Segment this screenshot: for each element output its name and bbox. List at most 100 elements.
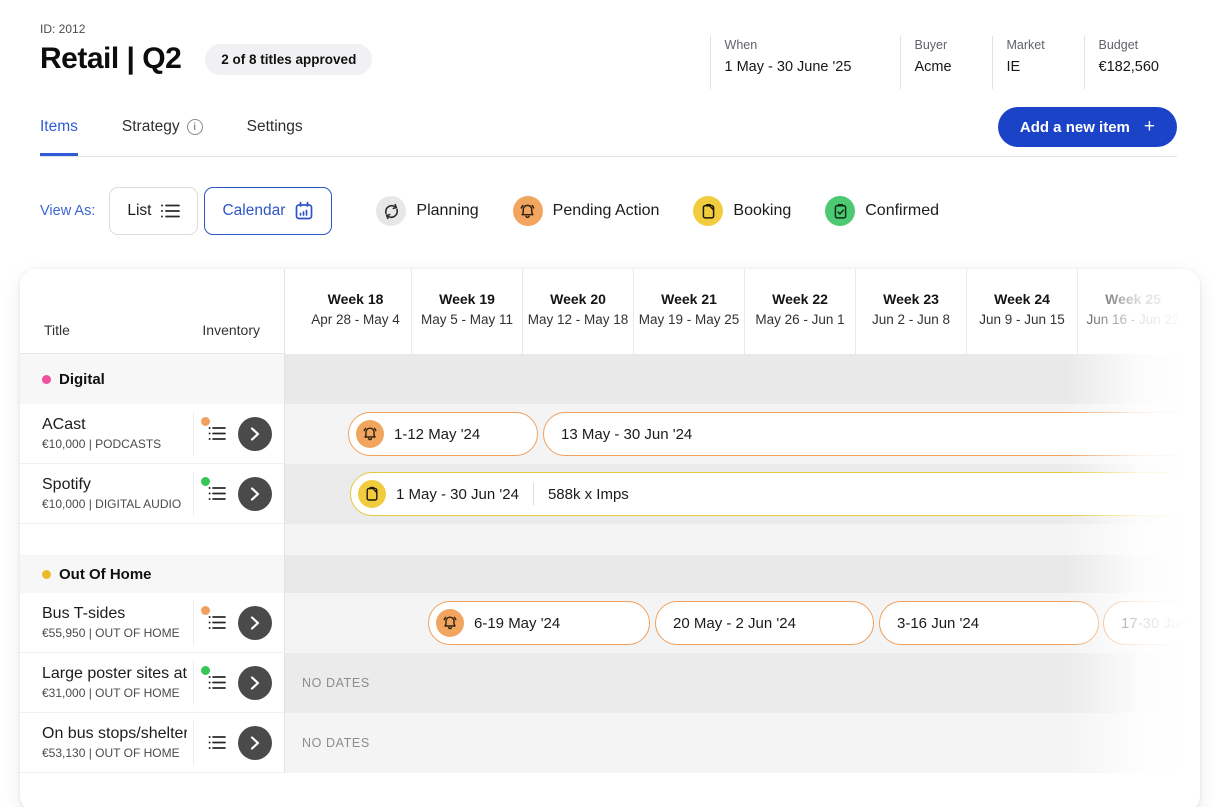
item-open-button[interactable]	[238, 666, 272, 700]
chevron-right-icon	[250, 676, 260, 690]
spacer-row	[20, 524, 1200, 555]
tab-bar-divider	[40, 156, 1177, 157]
clipboard-icon	[358, 480, 386, 508]
chevron-right-icon	[250, 736, 260, 750]
list-view-button[interactable]: List	[109, 187, 198, 235]
no-dates-label: NO DATES	[302, 736, 370, 750]
item-row-on-bus-stops: On bus stops/shelters €53,130 | OUT OF H…	[20, 713, 1200, 773]
plan-meta: When 1 May - 30 June '25 Buyer Acme Mark…	[710, 36, 1177, 89]
legend-pending-action: Pending Action	[513, 196, 660, 226]
meta-market: Market IE	[992, 36, 1084, 89]
status-dot	[201, 477, 210, 486]
status-dot	[201, 606, 210, 615]
item-details-icon[interactable]	[206, 732, 228, 754]
bell-icon	[513, 196, 543, 226]
item-open-button[interactable]	[238, 477, 272, 511]
view-controls: View As: List Calendar	[0, 187, 1215, 235]
item-row-spotify: Spotify €10,000 | DIGITAL AUDIO	[20, 464, 1200, 524]
group-row-out-of-home: Out Of Home	[20, 555, 1200, 593]
timeline-bar[interactable]: 1 May - 30 Jun '24 588k x Imps	[350, 472, 1198, 516]
timeline-bar[interactable]: 6-19 May '24	[428, 601, 650, 645]
item-subtitle: €55,950 | OUT OF HOME	[42, 626, 187, 640]
item-details-icon[interactable]	[206, 672, 228, 694]
group-dot	[42, 375, 51, 384]
title-column-header: Title	[44, 322, 70, 338]
week-column: Week 22 May 26 - Jun 1	[744, 269, 855, 354]
inventory-column-header: Inventory	[202, 322, 260, 338]
top-header: ID: 2012 Retail | Q2 2 of 8 titles appro…	[0, 0, 1215, 89]
item-title: ACast	[42, 416, 187, 434]
view-as-label: View As:	[40, 203, 95, 219]
item-details-icon[interactable]	[206, 423, 228, 445]
item-open-button[interactable]	[238, 606, 272, 640]
bar-divider	[533, 483, 534, 505]
title-block: ID: 2012 Retail | Q2 2 of 8 titles appro…	[40, 20, 372, 89]
tab-settings[interactable]: Settings	[247, 108, 303, 156]
tab-items[interactable]: Items	[40, 108, 78, 156]
chevron-right-icon	[250, 616, 260, 630]
cycle-icon	[376, 196, 406, 226]
calendar-card: Title Inventory Week 18 Apr 28 - May 4 W…	[20, 269, 1200, 807]
legend-planning: Planning	[376, 196, 478, 226]
bell-icon	[436, 609, 464, 637]
list-icon	[160, 203, 180, 219]
plan-id: ID: 2012	[40, 22, 372, 36]
legend-confirmed: Confirmed	[825, 196, 939, 226]
item-subtitle: €31,000 | OUT OF HOME	[42, 686, 187, 700]
status-dot	[201, 417, 210, 426]
item-open-button[interactable]	[238, 726, 272, 760]
week-column: Week 21 May 19 - May 25	[633, 269, 744, 354]
week-column: Week 20 May 12 - May 18	[522, 269, 633, 354]
item-subtitle: €53,130 | OUT OF HOME	[42, 746, 187, 760]
add-new-item-button[interactable]: Add a new item +	[998, 107, 1177, 147]
item-row-acast: ACast €10,000 | PODCASTS	[20, 404, 1200, 464]
item-subtitle: €10,000 | DIGITAL AUDIO	[42, 497, 187, 511]
week-column: Week 23 Jun 2 - Jun 8	[855, 269, 966, 354]
calendar-header-row: Title Inventory Week 18 Apr 28 - May 4 W…	[20, 269, 1200, 354]
left-column-header: Title Inventory	[20, 269, 285, 354]
meta-buyer: Buyer Acme	[900, 36, 992, 89]
meta-budget: Budget €182,560	[1084, 36, 1177, 89]
timeline-bar[interactable]: 13 May - 30 Jun '24	[543, 412, 1195, 456]
tab-strategy[interactable]: Strategy i	[122, 108, 203, 156]
clipboard-icon	[693, 196, 723, 226]
item-title: Bus T-sides	[42, 605, 187, 623]
timeline-bar[interactable]: 20 May - 2 Jun '24	[655, 601, 874, 645]
item-row-bus-t-sides: Bus T-sides €55,950 | OUT OF HOME	[20, 593, 1200, 653]
group-dot	[42, 570, 51, 579]
clipboard-check-icon	[825, 196, 855, 226]
item-subtitle: €10,000 | PODCASTS	[42, 437, 187, 451]
item-row-large-poster-sites: Large poster sites at t... €31,000 | OUT…	[20, 653, 1200, 713]
chevron-right-icon	[250, 487, 260, 501]
titles-approved-badge: 2 of 8 titles approved	[205, 44, 372, 75]
info-icon[interactable]: i	[187, 119, 203, 135]
item-open-button[interactable]	[238, 417, 272, 451]
tab-bar: Items Strategy i Settings Add a new item…	[0, 89, 1215, 157]
status-dot	[201, 666, 210, 675]
item-details-icon[interactable]	[206, 612, 228, 634]
item-title: Spotify	[42, 476, 187, 494]
group-row-digital: Digital	[20, 354, 1200, 404]
calendar-icon	[294, 201, 314, 221]
week-column: Week 25 Jun 16 - Jun 22	[1077, 269, 1188, 354]
plus-icon: +	[1144, 116, 1155, 138]
bell-icon	[356, 420, 384, 448]
week-column: Week 18 Apr 28 - May 4	[300, 269, 411, 354]
timeline-bar[interactable]: 17-30 Jun '24	[1103, 601, 1200, 645]
bar-impressions: 588k x Imps	[548, 486, 629, 503]
chevron-right-icon	[250, 427, 260, 441]
legend-booking: Booking	[693, 196, 791, 226]
week-column: Week 19 May 5 - May 11	[411, 269, 522, 354]
week-header: Week 18 Apr 28 - May 4 Week 19 May 5 - M…	[285, 269, 1200, 354]
calendar-view-button[interactable]: Calendar	[204, 187, 332, 235]
meta-when: When 1 May - 30 June '25	[710, 36, 900, 89]
item-title: Large poster sites at t...	[42, 665, 187, 683]
week-column: Week 24 Jun 9 - Jun 15	[966, 269, 1077, 354]
item-title: On bus stops/shelters	[42, 725, 187, 743]
timeline-bar[interactable]: 1-12 May '24	[348, 412, 538, 456]
timeline-bar[interactable]: 3-16 Jun '24	[879, 601, 1099, 645]
no-dates-label: NO DATES	[302, 676, 370, 690]
page-title: Retail | Q2	[40, 42, 181, 76]
status-legend: Planning Pending Action Booking	[376, 196, 939, 226]
item-details-icon[interactable]	[206, 483, 228, 505]
